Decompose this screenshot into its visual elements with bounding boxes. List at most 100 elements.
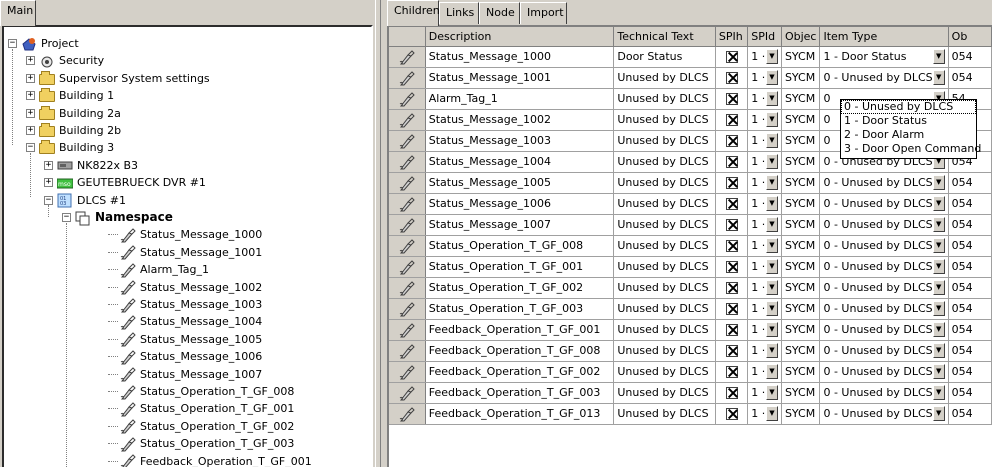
row-header[interactable]: [389, 256, 426, 278]
cell-ob[interactable]: 054: [948, 319, 992, 341]
checkbox-checked[interactable]: [725, 93, 738, 105]
cell-object[interactable]: SYCM: [781, 403, 821, 425]
tree-item[interactable]: + Security: [26, 52, 104, 69]
row-header[interactable]: [389, 46, 426, 68]
cell-object[interactable]: SYCM: [781, 88, 821, 110]
cell-spih[interactable]: [715, 319, 749, 341]
cell-spih[interactable]: [715, 109, 749, 131]
cell-technical-text[interactable]: Unused by DLCS: [613, 109, 716, 131]
cell-description[interactable]: Status_Operation_T_GF_001: [425, 256, 615, 278]
cell-ob[interactable]: 054: [948, 235, 992, 257]
cell-ob[interactable]: 054: [948, 340, 992, 362]
cell-item-type[interactable]: 0 - Unused by DLCS ▼: [819, 340, 949, 362]
table-row[interactable]: Status_Message_1007 Unused by DLCS 1 · ▼ SYC…: [389, 214, 992, 236]
cell-description[interactable]: Feedback_Operation_T_GF_001: [425, 319, 615, 341]
col-header-object[interactable]: Objec: [781, 27, 821, 47]
tree-item[interactable]: Status_Message_1001: [108, 244, 262, 261]
cell-object[interactable]: SYCM: [781, 277, 821, 299]
chevron-down-icon[interactable]: ▼: [932, 406, 945, 421]
row-header[interactable]: [389, 361, 426, 383]
row-header[interactable]: [389, 382, 426, 404]
tree-item[interactable]: Status_Operation_T_GF_002: [108, 418, 294, 435]
cell-spih[interactable]: [715, 214, 749, 236]
checkbox-checked[interactable]: [725, 408, 738, 420]
table-row[interactable]: Status_Operation_T_GF_003 Unused by DLCS 1…: [389, 298, 992, 320]
col-header-spid[interactable]: SPId: [747, 27, 782, 47]
cell-object[interactable]: SYCM: [781, 46, 821, 68]
table-row[interactable]: Status_Message_1001 Unused by DLCS 1 · ▼ SYC…: [389, 67, 992, 89]
table-row[interactable]: Status_Operation_T_GF_008 Unused by DLCS 1…: [389, 235, 992, 257]
table-row[interactable]: Status_Operation_T_GF_001 Unused by DLCS 1…: [389, 256, 992, 278]
dropdown-option[interactable]: 1 - Door Status: [841, 114, 976, 128]
cell-spid[interactable]: 1 · ▼: [747, 46, 782, 68]
chevron-down-icon[interactable]: ▼: [765, 322, 778, 337]
row-header[interactable]: [389, 130, 426, 152]
chevron-down-icon[interactable]: ▼: [765, 154, 778, 169]
cell-description[interactable]: Status_Operation_T_GF_002: [425, 277, 615, 299]
cell-item-type[interactable]: 0 - Unused by DLCS ▼: [819, 193, 949, 215]
cell-object[interactable]: SYCM: [781, 298, 821, 320]
tree-item[interactable]: Status_Operation_T_GF_003: [108, 435, 294, 452]
cell-item-type[interactable]: 0 - Unused by DLCS ▼: [819, 382, 949, 404]
cell-spih[interactable]: [715, 382, 749, 404]
tree-item[interactable]: − Namespace: [62, 209, 173, 226]
chevron-down-icon[interactable]: ▼: [932, 259, 945, 274]
cell-technical-text[interactable]: Unused by DLCS: [613, 67, 716, 89]
cell-description[interactable]: Feedback_Operation_T_GF_003: [425, 382, 615, 404]
cell-spid[interactable]: 1 · ▼: [747, 88, 782, 110]
item-type-dropdown-list[interactable]: 0 - Unused by DLCS 1 - Door Status 2 - Doo…: [840, 99, 981, 159]
chevron-down-icon[interactable]: ▼: [765, 196, 778, 211]
cell-spih[interactable]: [715, 361, 749, 383]
cell-ob[interactable]: 054: [948, 172, 992, 194]
row-header[interactable]: [389, 214, 426, 236]
cell-description[interactable]: Status_Message_1001: [425, 67, 615, 89]
chevron-down-icon[interactable]: ▼: [765, 175, 778, 190]
expand-icon[interactable]: +: [26, 126, 35, 135]
row-header[interactable]: [389, 109, 426, 131]
cell-spid[interactable]: 1 · ▼: [747, 193, 782, 215]
chevron-down-icon[interactable]: ▼: [932, 175, 945, 190]
cell-item-type[interactable]: 0 - Unused by DLCS ▼: [819, 256, 949, 278]
col-header-spih[interactable]: SPIh: [715, 27, 749, 47]
chevron-down-icon[interactable]: ▼: [765, 301, 778, 316]
row-header[interactable]: [389, 403, 426, 425]
checkbox-checked[interactable]: [725, 303, 738, 315]
checkbox-checked[interactable]: [725, 366, 738, 378]
tree-item[interactable]: Status_Message_1007: [108, 366, 262, 383]
expand-icon[interactable]: +: [26, 108, 35, 118]
cell-spih[interactable]: [715, 172, 749, 194]
cell-object[interactable]: SYCM: [781, 193, 821, 215]
cell-spid[interactable]: 1 · ▼: [747, 109, 782, 131]
cell-description[interactable]: Status_Message_1007: [425, 214, 615, 236]
checkbox-checked[interactable]: [725, 261, 738, 273]
chevron-down-icon[interactable]: ▼: [932, 49, 945, 64]
cell-spih[interactable]: [715, 403, 749, 425]
cell-spid[interactable]: 1 · ▼: [747, 151, 782, 173]
cell-technical-text[interactable]: Unused by DLCS: [613, 298, 716, 320]
cell-spid[interactable]: 1 · ▼: [747, 172, 782, 194]
tab-links[interactable]: Links: [439, 2, 479, 24]
row-header[interactable]: [389, 67, 426, 89]
tree-item[interactable]: Status_Message_1002: [108, 279, 262, 296]
cell-object[interactable]: SYCM: [781, 151, 821, 173]
cell-ob[interactable]: 054: [948, 382, 992, 404]
tab-import[interactable]: Import: [520, 2, 567, 24]
chevron-down-icon[interactable]: ▼: [765, 238, 778, 253]
cell-technical-text[interactable]: Unused by DLCS: [613, 235, 716, 257]
cell-description[interactable]: Feedback_Operation_T_GF_013: [425, 403, 615, 425]
row-header[interactable]: [389, 235, 426, 257]
row-header[interactable]: [389, 151, 426, 173]
chevron-down-icon[interactable]: ▼: [932, 217, 945, 232]
checkbox-checked[interactable]: [725, 72, 738, 84]
cell-technical-text[interactable]: Unused by DLCS: [613, 319, 716, 341]
table-row[interactable]: Status_Operation_T_GF_002 Unused by DLCS 1…: [389, 277, 992, 299]
chevron-down-icon[interactable]: ▼: [932, 196, 945, 211]
table-row[interactable]: Feedback_Operation_T_GF_008 Unused by DLC…: [389, 340, 992, 362]
chevron-down-icon[interactable]: ▼: [765, 259, 778, 274]
tree-item[interactable]: + Building 1: [26, 87, 114, 104]
cell-technical-text[interactable]: Unused by DLCS: [613, 151, 716, 173]
cell-ob[interactable]: 054: [948, 67, 992, 89]
checkbox-checked[interactable]: [725, 282, 738, 294]
table-row[interactable]: Status_Message_1000 Door Status 1 · ▼ SYCM 1 …: [389, 46, 992, 68]
table-row[interactable]: Feedback_Operation_T_GF_013 Unused by DLC…: [389, 403, 992, 425]
